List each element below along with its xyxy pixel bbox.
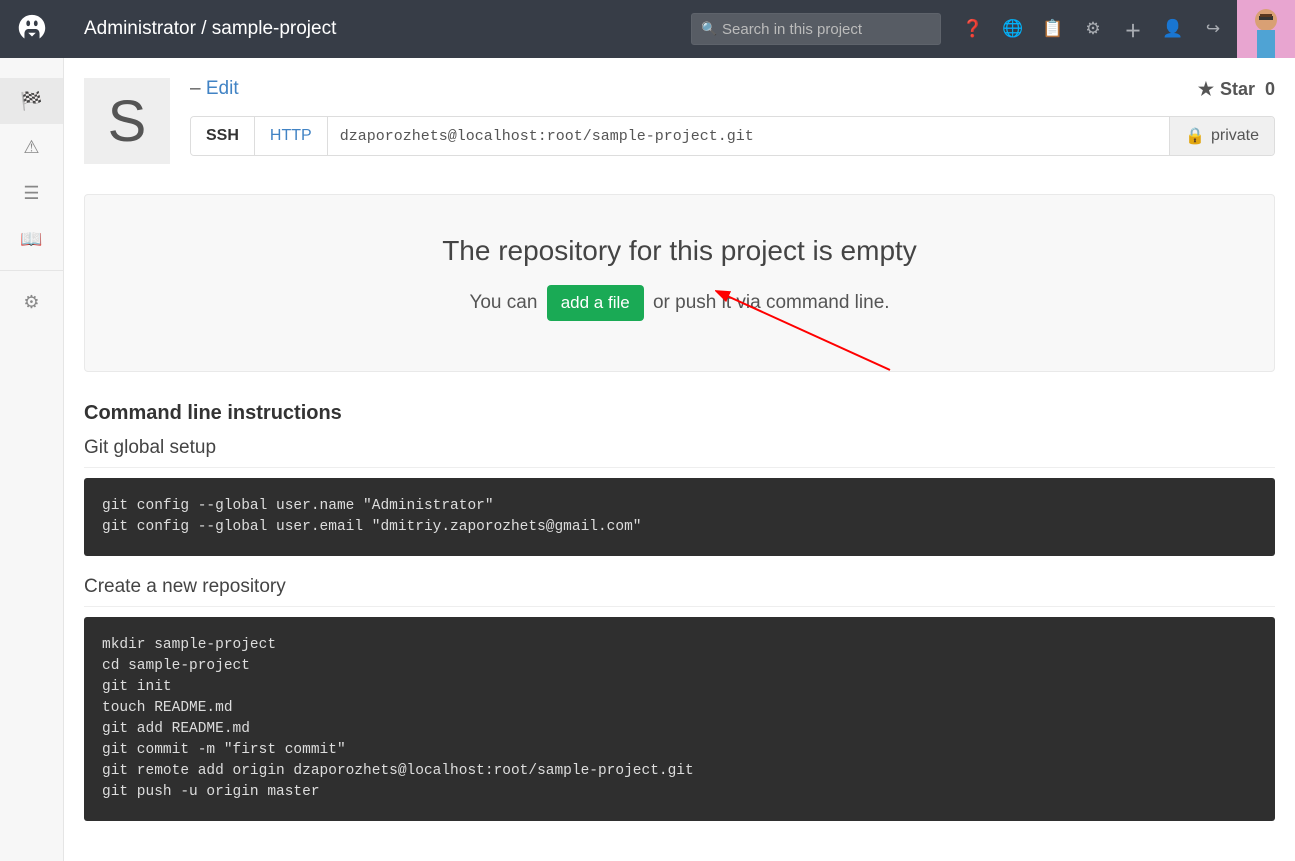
lock-icon: 🔒 (1185, 126, 1205, 146)
sidebar-item-book[interactable]: 📖 (0, 216, 63, 262)
empty-repo-subtitle: You can add a file or push it via comman… (105, 285, 1254, 321)
star-label: Star (1220, 79, 1255, 100)
plus-icon[interactable]: ＋ (1113, 0, 1153, 58)
dashboard-icon: 🏁 (20, 91, 42, 112)
main-content: S – Edit ★ Star 0 SSH HTTP (64, 58, 1295, 861)
settings-icon[interactable]: ⚙ (1073, 0, 1113, 58)
cli-global-code[interactable]: git config --global user.name "Administr… (84, 478, 1275, 556)
project-header: S – Edit ★ Star 0 SSH HTTP (84, 78, 1275, 164)
edit-dash: – (190, 78, 206, 99)
annotation-arrow (715, 290, 895, 380)
user-icon[interactable]: 👤 (1153, 0, 1193, 58)
sidebar-item-issues[interactable]: ⚠ (0, 124, 63, 170)
sidebar: 🏁 ⚠ ☰ 📖 ⚙ (0, 58, 64, 861)
clone-url-input[interactable] (328, 117, 1169, 155)
signout-icon[interactable]: ↪ (1193, 0, 1233, 58)
star-icon: ★ (1198, 79, 1214, 100)
edit-link[interactable]: Edit (206, 78, 239, 99)
cli-create-heading: Create a new repository (84, 576, 1275, 607)
star-count: 0 (1265, 79, 1275, 100)
header-actions: ❓ 🌐 📋 ⚙ ＋ 👤 ↪ (953, 0, 1233, 58)
cli-global-heading: Git global setup (84, 437, 1275, 468)
visibility-label: private (1211, 127, 1259, 145)
project-avatar: S (84, 78, 170, 164)
visibility-badge: 🔒 private (1169, 117, 1274, 155)
user-avatar[interactable] (1237, 0, 1295, 58)
clone-tab-http[interactable]: HTTP (255, 117, 328, 155)
search-icon: 🔍 (701, 21, 717, 37)
search-input[interactable] (691, 13, 941, 45)
cli-heading: Command line instructions (84, 402, 1275, 425)
empty-repo-panel: The repository for this project is empty… (84, 194, 1275, 372)
sidebar-item-dashboard[interactable]: 🏁 (0, 78, 63, 124)
empty-repo-title: The repository for this project is empty (105, 235, 1254, 267)
sidebar-divider (0, 270, 63, 271)
help-icon[interactable]: ❓ (953, 0, 993, 58)
copy-icon[interactable]: 📋 (1033, 0, 1073, 58)
top-navbar: Administrator / sample-project 🔍 ❓ 🌐 📋 ⚙… (0, 0, 1295, 58)
cli-create-code[interactable]: mkdir sample-project cd sample-project g… (84, 617, 1275, 821)
globe-icon[interactable]: 🌐 (993, 0, 1033, 58)
star-button[interactable]: ★ Star 0 (1198, 79, 1275, 100)
list-icon: ☰ (23, 183, 39, 204)
edit-container: – Edit (190, 78, 239, 100)
app-logo[interactable] (0, 0, 64, 58)
empty-prefix: You can (469, 292, 537, 313)
sidebar-item-list[interactable]: ☰ (0, 170, 63, 216)
warning-icon: ⚠ (23, 137, 39, 158)
breadcrumb[interactable]: Administrator / sample-project (84, 18, 691, 40)
gears-icon: ⚙ (23, 292, 39, 313)
search-wrap: 🔍 (691, 13, 941, 45)
sidebar-item-settings[interactable]: ⚙ (0, 279, 63, 325)
clone-row: SSH HTTP 🔒 private (190, 116, 1275, 156)
clone-tab-ssh[interactable]: SSH (191, 117, 255, 155)
book-icon: 📖 (20, 229, 42, 250)
add-file-button[interactable]: add a file (547, 285, 644, 321)
